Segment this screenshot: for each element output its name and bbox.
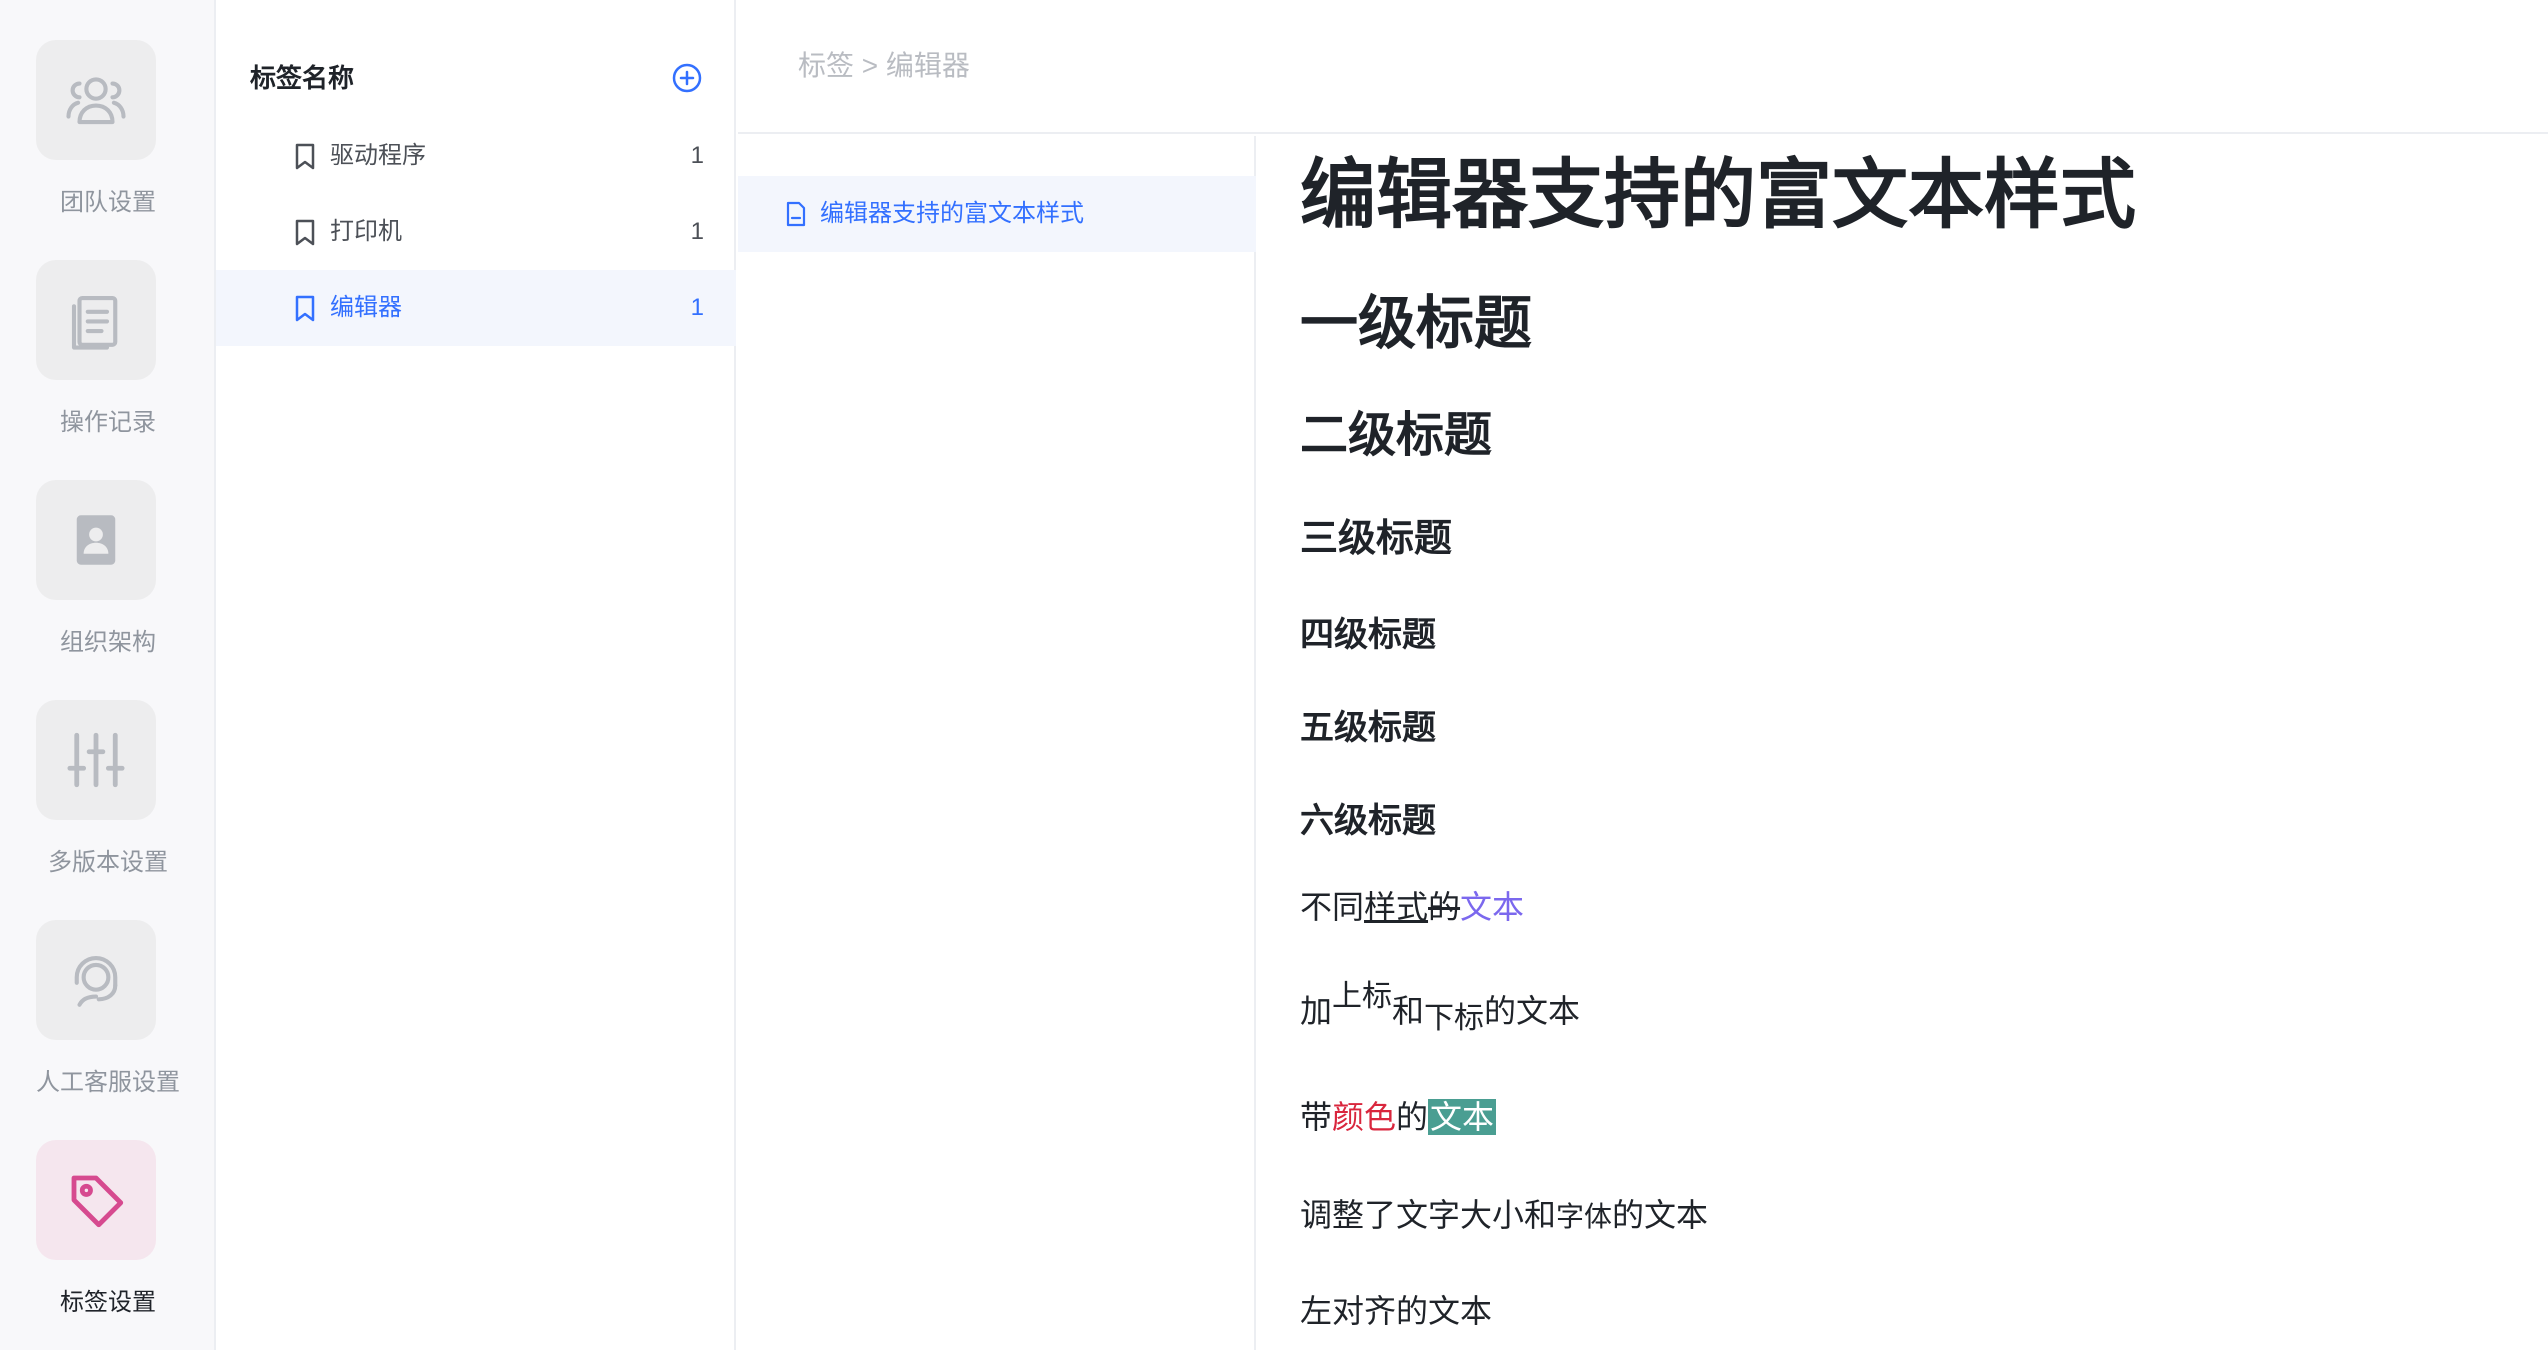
tag-item-name: 打印机 [330,218,402,245]
tag-item-count: 1 [690,142,704,169]
paragraph-colored: 带颜色的文本 [1300,1094,1497,1140]
document-log-icon [36,260,156,380]
tag-item-name: 驱动程序 [330,142,426,169]
nav-item-multi-version[interactable]: 多版本设置 [0,700,216,920]
bookmark-icon [295,219,315,246]
tag-item-driver[interactable]: 驱动程序 1 [216,118,736,194]
contact-book-icon [36,480,156,600]
document-list: 编辑器支持的富文本样式 [738,136,1256,1350]
plain-text: 加 [1300,993,1333,1029]
tag-list-panel: 标签名称 驱动程序 1 打印机 1 编辑器 1 [216,0,736,1350]
nav-item-operation-log[interactable]: 操作记录 [0,260,216,480]
nav-item-org-structure[interactable]: 组织架构 [0,480,216,700]
tag-item-count: 1 [690,218,704,245]
breadcrumb[interactable]: 标签 > 编辑器 [798,46,970,86]
document-icon [786,201,806,227]
plain-text: 不同 [1300,889,1365,925]
nav-item-label: 操作记录 [60,409,156,436]
settings-nav-rail: 团队设置 操作记录 组织架构 多版本设置 人工客服设置 标签设置 [0,0,216,1350]
headset-agent-icon [36,920,156,1040]
nav-item-label: 组织架构 [60,629,156,656]
nav-item-label: 人工客服设置 [36,1069,180,1096]
nav-item-label: 团队设置 [60,189,156,216]
heading-level-1: 一级标题 [1300,291,1533,356]
strikethrough-text: 的 [1428,889,1461,925]
underlined-text: 样式 [1364,889,1429,925]
paragraph-left-aligned: 左对齐的文本 [1300,1293,1493,1329]
paragraph-sup-sub: 加上标和下标的文本 [1300,980,1581,1036]
colored-text: 文本 [1460,889,1525,925]
plain-text: 的 [1396,1099,1429,1135]
heading-level-6: 六级标题 [1300,802,1436,840]
custom-font-text: 字体 [1556,1200,1613,1233]
sliders-icon [36,700,156,820]
plain-text: 调整了文字大小和 [1300,1197,1557,1233]
nav-item-team-settings[interactable]: 团队设置 [0,40,216,260]
highlighted-text: 文本 [1428,1099,1497,1135]
document-item-title: 编辑器支持的富文本样式 [820,200,1084,227]
plain-text: 的文本 [1484,993,1581,1029]
add-tag-icon[interactable] [672,63,702,93]
tag-icon [36,1140,156,1260]
plain-text: 和 [1392,993,1425,1029]
top-bar: 标签 > 编辑器 [738,0,2548,134]
bookmark-icon [295,295,315,322]
tag-item-editor[interactable]: 编辑器 1 [216,270,736,346]
team-icon [36,40,156,160]
nav-item-tag-settings[interactable]: 标签设置 [0,1140,216,1350]
tag-list-header: 标签名称 [250,58,702,98]
red-text: 颜色 [1332,1099,1397,1135]
nav-item-customer-service[interactable]: 人工客服设置 [0,920,216,1140]
bookmark-icon [295,143,315,170]
document-item[interactable]: 编辑器支持的富文本样式 [738,176,1256,252]
superscript-text: 上标 [1332,980,1393,1013]
nav-item-label: 多版本设置 [48,849,168,876]
tag-item-name: 编辑器 [330,294,402,321]
tag-list-title: 标签名称 [250,63,355,93]
subscript-text: 下标 [1424,1002,1485,1035]
article-content: 编辑器支持的富文本样式 一级标题 二级标题 三级标题 四级标题 五级标题 六级标… [1300,136,2500,1350]
plain-text: 的文本 [1612,1197,1709,1233]
paragraph-styled-text: 不同样式的文本 [1300,884,1524,930]
app-window: 团队设置 操作记录 组织架构 多版本设置 人工客服设置 标签设置 标签名称 驱动… [0,0,2548,1350]
paragraph-font-size: 调整了文字大小和字体的文本 [1300,1192,1708,1240]
heading-level-4: 四级标题 [1300,616,1436,654]
nav-item-label: 标签设置 [60,1289,156,1316]
plain-text: 带 [1300,1099,1333,1135]
heading-level-2: 二级标题 [1300,409,1493,462]
heading-level-5: 五级标题 [1300,709,1436,747]
article-title: 编辑器支持的富文本样式 [1300,153,2136,238]
tag-item-printer[interactable]: 打印机 1 [216,194,736,270]
heading-level-3: 三级标题 [1300,518,1453,560]
tag-item-count: 1 [690,294,704,321]
